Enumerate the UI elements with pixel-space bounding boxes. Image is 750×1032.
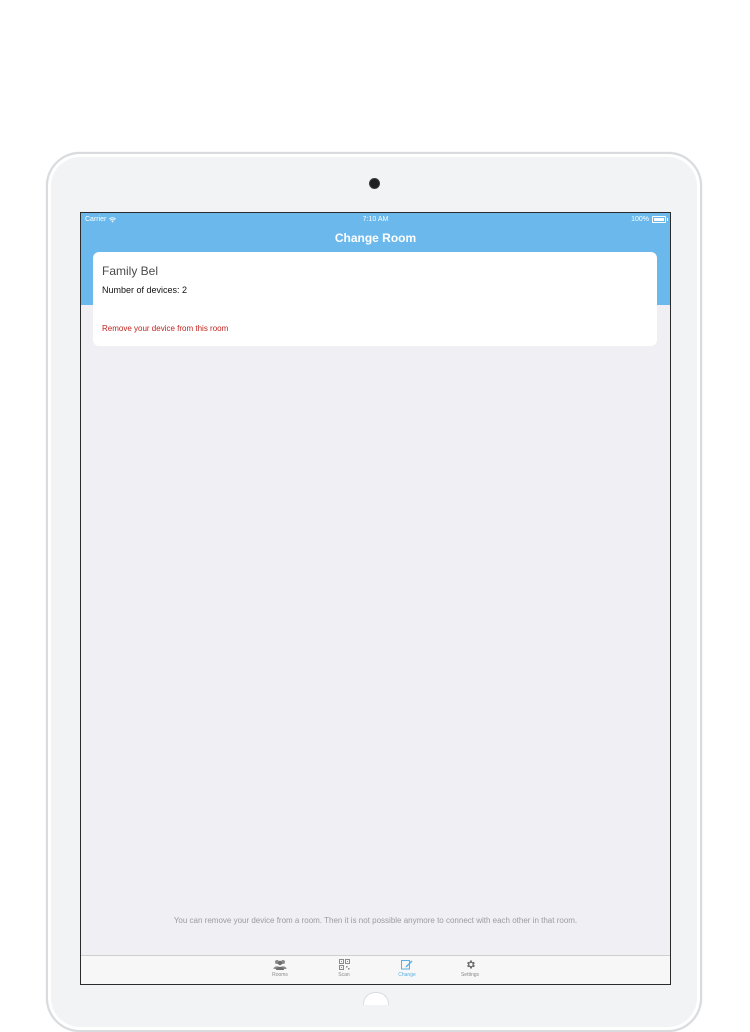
- gear-icon: [466, 960, 475, 969]
- status-right: 100%: [631, 216, 668, 223]
- tab-change[interactable]: Change: [387, 959, 427, 978]
- tab-settings[interactable]: Settings: [450, 959, 490, 978]
- room-card: Family Bel Number of devices: 2 Remove y…: [93, 252, 657, 346]
- qr-code-icon: [338, 959, 350, 970]
- tab-label-rooms: Rooms: [272, 972, 288, 978]
- status-bar: Carrier 7:10 AM 100%: [81, 213, 670, 227]
- device-count: Number of devices: 2: [102, 285, 188, 295]
- tab-rooms[interactable]: Rooms: [260, 959, 300, 978]
- battery-percent: 100%: [631, 216, 649, 223]
- page-title: Change Room: [334, 231, 417, 245]
- tab-label-settings: Settings: [460, 972, 480, 978]
- app-screen: Carrier 7:10 AM 100% Change Room Family …: [80, 212, 671, 985]
- tab-label-change: Change: [398, 972, 416, 978]
- people-icon: [273, 960, 287, 970]
- edit-icon: [401, 960, 413, 970]
- tab-scan[interactable]: Scan: [324, 959, 364, 978]
- remove-device-button[interactable]: Remove your device from this room: [102, 324, 228, 333]
- room-name: Family Bel: [102, 264, 159, 278]
- battery-icon: [652, 216, 668, 223]
- status-time: 7:10 AM: [362, 216, 389, 223]
- tab-label-scan: Scan: [338, 972, 350, 978]
- footer-note: You can remove your device from a room. …: [173, 916, 578, 925]
- tab-bar: Rooms Scan Change Settings: [81, 955, 670, 984]
- camera-icon: [370, 179, 379, 188]
